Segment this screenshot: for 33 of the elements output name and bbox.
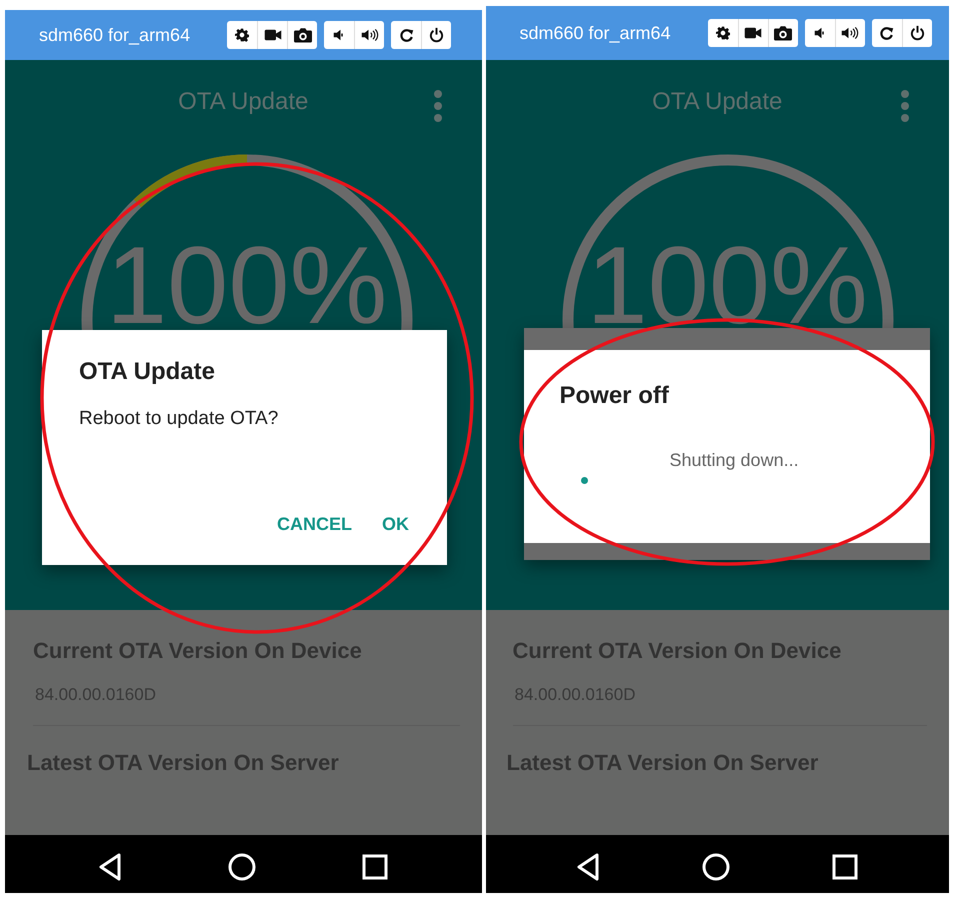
- dialog-button[interactable]: CANCEL: [277, 514, 352, 535]
- recents-icon[interactable]: [362, 854, 388, 880]
- video-camera-icon: [264, 28, 282, 42]
- back-icon[interactable]: [576, 853, 600, 881]
- spinner-icon: [580, 477, 588, 484]
- volume-up-icon: [360, 28, 378, 42]
- back-icon[interactable]: [98, 853, 122, 881]
- power-icon: [910, 25, 924, 41]
- volume-down-icon: [333, 28, 345, 42]
- device-title: sdm660 for_arm64: [39, 24, 192, 46]
- recents-icon[interactable]: [832, 854, 858, 880]
- app-title: OTA Update: [652, 88, 782, 116]
- dialog-title: Power off: [560, 382, 670, 410]
- camera-icon: [294, 27, 312, 43]
- dialog-message: Reboot to update OTA?: [79, 408, 280, 430]
- rotate-icon: [879, 26, 894, 40]
- volume-up-icon: [841, 26, 859, 40]
- app-title: OTA Update: [178, 88, 308, 116]
- video-camera-icon: [744, 26, 762, 40]
- power-icon: [429, 27, 444, 43]
- volume-down-icon: [814, 26, 826, 40]
- home-icon[interactable]: [702, 853, 730, 881]
- settings-icon: [716, 26, 730, 40]
- dialog-title: OTA Update: [79, 358, 216, 386]
- progress-percent: 100%: [106, 242, 388, 330]
- rotate-icon: [398, 28, 414, 42]
- progress-message: Shutting down...: [670, 450, 799, 471]
- dialog-button[interactable]: OK: [382, 514, 409, 535]
- camera-icon: [774, 25, 792, 41]
- home-icon[interactable]: [228, 853, 256, 881]
- device-title: sdm660 for_arm64: [520, 22, 672, 44]
- settings-icon: [235, 28, 249, 42]
- progress-percent: 100%: [586, 242, 868, 330]
